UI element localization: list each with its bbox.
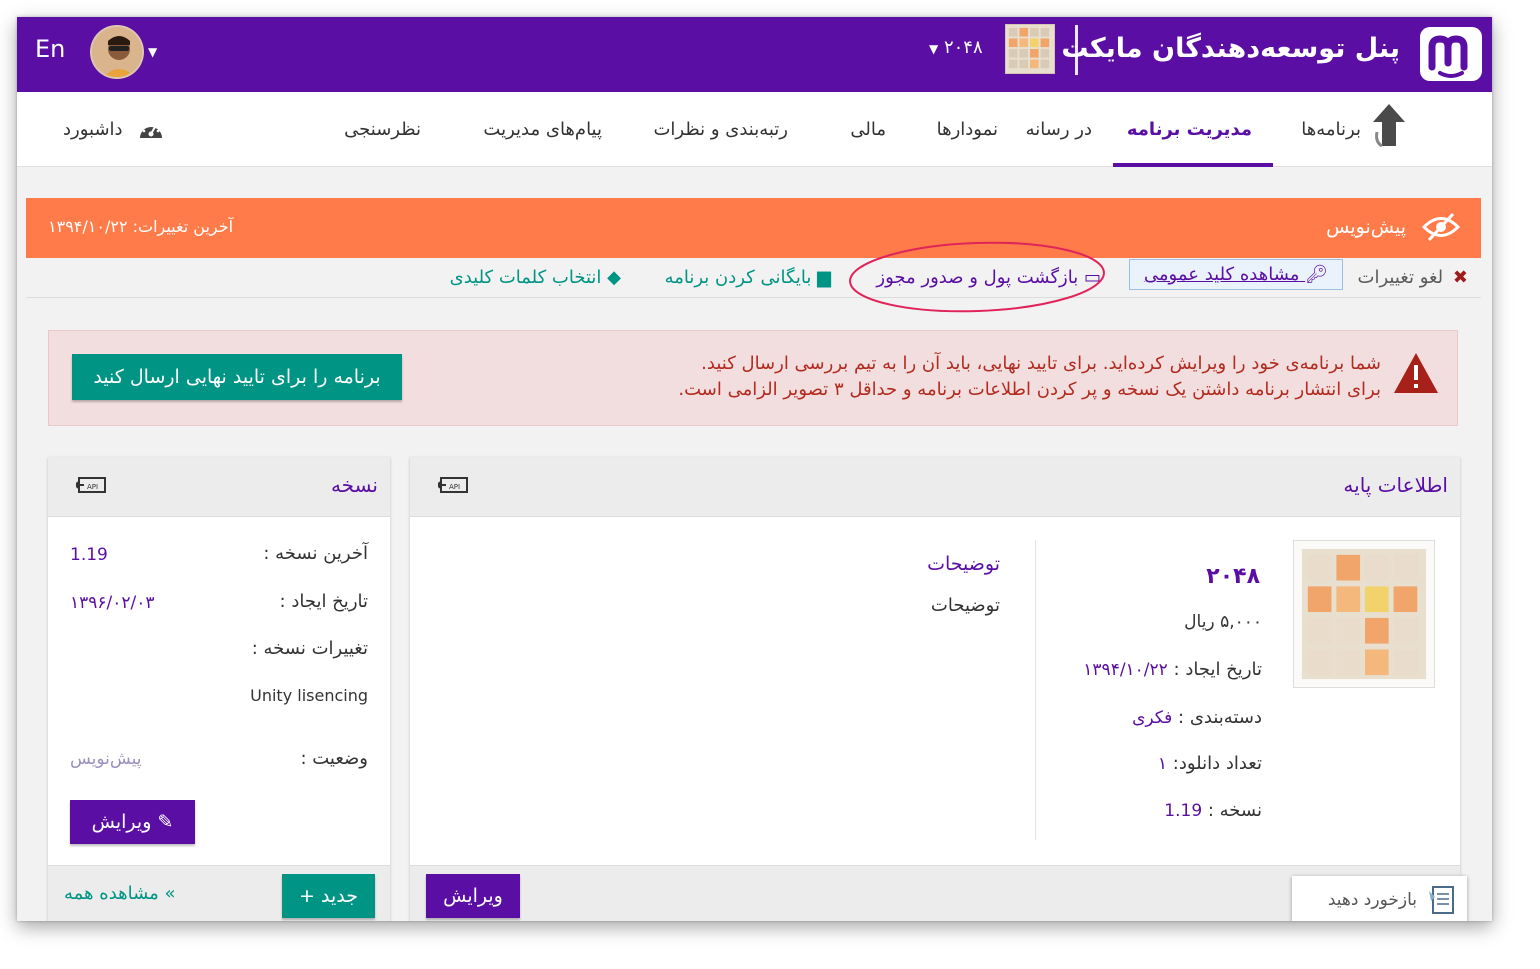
view-public-key-button[interactable]: 🔑︎ مشاهده کلید عمومی — [1128, 259, 1343, 290]
divider — [1075, 25, 1078, 75]
version-created-label: تاریخ ایجاد : — [279, 591, 368, 612]
eye-slash-icon — [1421, 212, 1461, 242]
select-keywords-link[interactable]: ◆ انتخاب کلمات کلیدی — [450, 267, 621, 288]
last-change-date: آخرین تغییرات: ۱۳۹۴/۱۰/۲۲ — [48, 217, 234, 236]
svg-text:API: API — [449, 483, 460, 491]
myket-logo-icon[interactable] — [1418, 25, 1484, 83]
tab-charts[interactable]: نمودارها — [937, 119, 998, 140]
version-row: نسخه : 1.19 — [1164, 800, 1262, 821]
draft-label: پیش‌نویس — [1326, 216, 1406, 238]
app-price: ۵,۰۰۰ ریال — [1184, 612, 1262, 632]
version-status-label: وضعیت : — [300, 748, 368, 769]
action-bar: ✖ لغو تغییرات 🔑︎ مشاهده کلید عمومی ▭ باز… — [26, 258, 1481, 298]
draft-status-bar: پیش‌نویس آخرین تغییرات: ۱۳۹۴/۱۰/۲۲ — [26, 198, 1481, 258]
cancel-changes-link[interactable]: ✖ لغو تغییرات — [1358, 267, 1468, 288]
nav-dashboard[interactable]: داشبورد — [63, 119, 123, 140]
divider — [1035, 540, 1036, 840]
user-avatar-icon — [92, 27, 142, 77]
latest-version-label: آخرین نسخه : — [263, 543, 368, 564]
created-label: تاریخ ایجاد : — [1173, 659, 1262, 680]
description-text: توضیحات — [930, 595, 1000, 616]
downloads-label: تعداد دانلود: — [1172, 753, 1262, 774]
version-status-value: پیش‌نویس — [70, 749, 142, 769]
edit-basic-info-button[interactable]: ویرایش — [426, 874, 520, 918]
alert-box: شما برنامه‌ی خود را ویرایش کرده‌اید. برا… — [48, 330, 1458, 426]
feedback-icon — [1429, 886, 1454, 914]
submit-for-approval-button[interactable]: برنامه را برای تایید نهایی ارسال کنید — [72, 354, 402, 400]
version-title: نسخه — [330, 473, 378, 497]
chevron-down-icon[interactable]: ▼ — [148, 45, 157, 59]
warning-icon — [1394, 353, 1438, 393]
basic-info-panel: اطلاعات پایه API ۲۰۴۸ ۵,۰۰۰ ریال تاریخ ا… — [410, 457, 1460, 921]
api-icon[interactable]: API — [76, 474, 108, 498]
category-value[interactable]: فکری — [1132, 708, 1172, 728]
feedback-button[interactable]: بازخورد دهید — [1292, 876, 1467, 921]
tab-admin-messages[interactable]: پیام‌های مدیریت — [483, 119, 602, 140]
edit-version-button[interactable]: ✎ ویرایش — [70, 800, 195, 844]
tab-apps[interactable]: برنامه‌ها — [1301, 119, 1361, 140]
chevron-down-icon: ▼ — [929, 42, 939, 56]
arrow-up-icon[interactable] — [1369, 102, 1409, 148]
tab-survey[interactable]: نظرسنجی — [344, 119, 421, 140]
category-label: دسته‌بندی : — [1178, 707, 1262, 728]
main-nav: برنامه‌ها مدیریت برنامه در رسانه نموداره… — [17, 92, 1492, 167]
version-value: 1.19 — [1164, 801, 1203, 821]
downloads-value: ۱ — [1157, 754, 1168, 774]
tab-in-media[interactable]: در رسانه — [1026, 119, 1092, 140]
api-icon[interactable]: API — [438, 474, 470, 498]
downloads-row: تعداد دانلود: ۱ — [1158, 753, 1262, 774]
app-icon-image — [1293, 540, 1435, 688]
description-title: توضیحات — [927, 553, 1000, 575]
select-keywords-label: انتخاب کلمات کلیدی — [449, 267, 602, 288]
view-all-link[interactable]: » مشاهده همه — [64, 883, 176, 904]
app-selector-label: ۲۰۴۸ — [943, 37, 983, 58]
app-thumbnail-icon[interactable] — [1005, 24, 1055, 74]
alert-message-line2: برای انتشار برنامه داشتن یک نسخه و پر کر… — [678, 379, 1381, 400]
language-switch[interactable]: En — [35, 35, 65, 63]
version-label: نسخه : — [1207, 800, 1262, 821]
top-bar: پنل توسعه‌دهندگان مایکت ▼ ۲۰۴۸ En — [17, 17, 1492, 92]
dashboard-gauge-icon — [140, 121, 162, 138]
basic-info-title: اطلاعات پایه — [1343, 473, 1448, 497]
new-version-button[interactable]: جدید + — [282, 874, 375, 918]
created-value: ۱۳۹۴/۱۰/۲۲ — [1083, 660, 1168, 680]
archive-app-link[interactable]: ▆ بایگانی کردن برنامه — [665, 267, 831, 288]
version-changes-value: Unity lisencing — [250, 686, 368, 705]
edit-icon: ✎ — [157, 811, 174, 833]
alert-message-line1: شما برنامه‌ی خود را ویرایش کرده‌اید. برا… — [701, 353, 1381, 374]
app-name: ۲۰۴۸ — [1206, 564, 1260, 589]
avatar[interactable] — [90, 25, 144, 79]
version-created-value: ۱۳۹۶/۰۲/۰۳ — [70, 593, 155, 613]
tab-app-management[interactable]: مدیریت برنامه — [1127, 119, 1252, 140]
key-icon: 🔑︎ — [1305, 264, 1328, 285]
basic-info-header: اطلاعات پایه API — [410, 457, 1460, 517]
annotation-circle — [849, 241, 1105, 313]
tab-finance[interactable]: مالی — [850, 119, 886, 140]
version-changes-label: تغییرات نسخه : — [251, 638, 368, 659]
created-row: تاریخ ایجاد : ۱۳۹۴/۱۰/۲۲ — [1083, 659, 1262, 680]
svg-text:API: API — [87, 483, 98, 491]
nav-dashboard-label: داشبورد — [63, 119, 123, 140]
close-icon: ✖ — [1452, 267, 1468, 288]
tab-ratings[interactable]: رتبه‌بندی و نظرات — [653, 119, 788, 140]
tags-icon: ◆ — [607, 267, 621, 288]
archive-app-label: بایگانی کردن برنامه — [664, 267, 812, 288]
latest-version-value: 1.19 — [70, 545, 108, 565]
active-tab-indicator — [1113, 163, 1273, 167]
version-header: نسخه API — [48, 457, 390, 517]
edit-version-label: ویرایش — [91, 811, 152, 833]
cancel-changes-label: لغو تغییرات — [1357, 267, 1444, 288]
view-public-key-label: مشاهده کلید عمومی — [1143, 264, 1300, 285]
app-window: پنل توسعه‌دهندگان مایکت ▼ ۲۰۴۸ En — [17, 17, 1492, 921]
app-selector[interactable]: ▼ ۲۰۴۸ — [929, 37, 983, 58]
brand-title: پنل توسعه‌دهندگان مایکت — [1061, 33, 1400, 64]
category-row: دسته‌بندی : فکری — [1132, 707, 1262, 728]
feedback-label: بازخورد دهید — [1327, 890, 1417, 910]
version-panel: نسخه API آخرین نسخه : 1.19 تاریخ ایجاد :… — [48, 457, 390, 921]
archive-icon: ▆ — [817, 267, 831, 288]
